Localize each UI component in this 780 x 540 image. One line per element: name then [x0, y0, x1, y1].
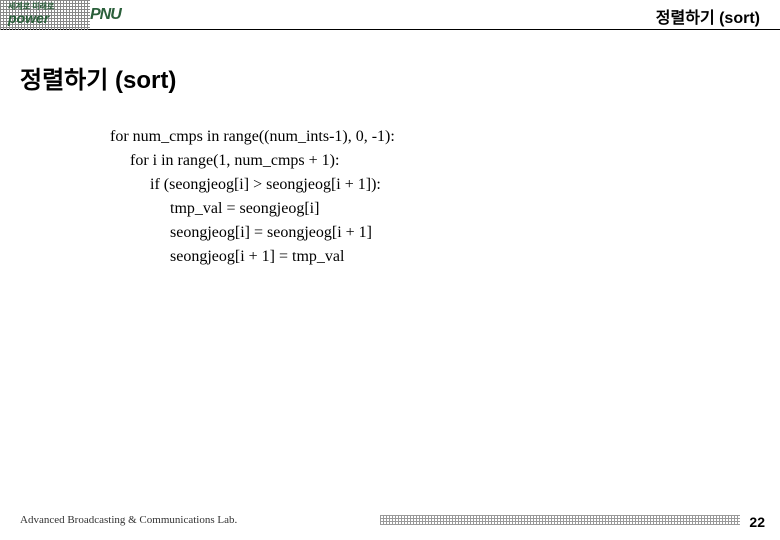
logo-pnu: PNU [90, 6, 121, 24]
code-line-5: seongjeog[i] = seongjeog[i + 1] [170, 221, 760, 245]
page-number: 22 [749, 514, 765, 530]
code-line-2: for i in range(1, num_cmps + 1): [130, 149, 760, 173]
code-line-3: if (seongjeog[i] > seongjeog[i + 1]): [150, 173, 760, 197]
footer-pattern [380, 515, 740, 525]
logo-power: power [8, 11, 49, 25]
code-line-6: seongjeog[i + 1] = tmp_val [170, 245, 760, 269]
code-line-1: for num_cmps in range((num_ints-1), 0, -… [110, 125, 760, 149]
logo-container: 세계로 미래로 power [8, 3, 54, 25]
header: 세계로 미래로 power PNU 정렬하기 (sort) [0, 0, 780, 30]
page-title: 정렬하기 (sort) [20, 60, 760, 95]
footer: Advanced Broadcasting & Communications L… [0, 510, 780, 530]
code-block: for num_cmps in range((num_ints-1), 0, -… [110, 125, 760, 269]
content: 정렬하기 (sort) for num_cmps in range((num_i… [0, 30, 780, 269]
header-title: 정렬하기 (sort) [656, 4, 760, 28]
code-line-4: tmp_val = seongjeog[i] [170, 197, 760, 221]
footer-lab: Advanced Broadcasting & Communications L… [20, 514, 237, 526]
